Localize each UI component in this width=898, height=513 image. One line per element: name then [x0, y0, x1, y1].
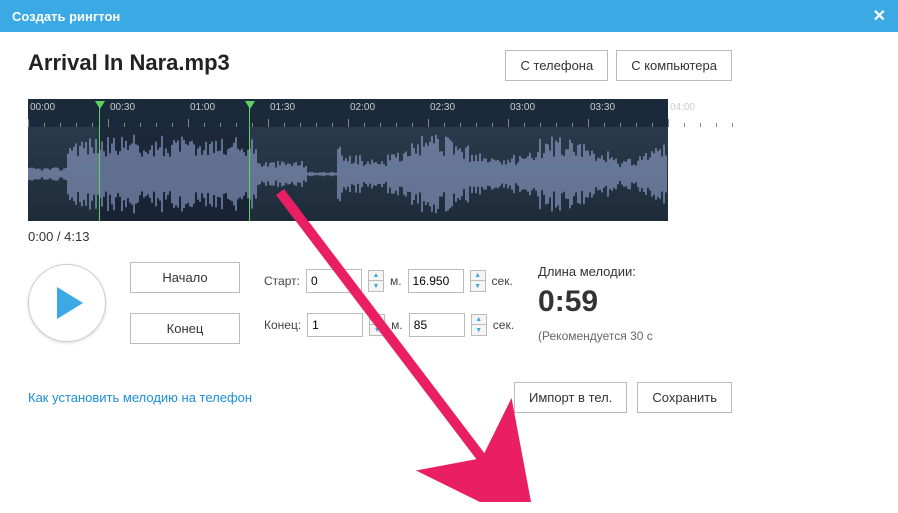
- min-unit: м.: [390, 274, 402, 288]
- from-computer-button[interactable]: С компьютера: [616, 50, 732, 81]
- start-min-spinner[interactable]: ▲▼: [368, 270, 384, 292]
- play-button[interactable]: [28, 264, 106, 342]
- chevron-down-icon[interactable]: ▼: [471, 281, 485, 291]
- save-button[interactable]: Сохранить: [637, 382, 732, 413]
- close-icon[interactable]: ✕: [873, 6, 886, 26]
- ruler-label: 03:30: [590, 102, 615, 113]
- import-button[interactable]: Импорт в тел.: [514, 382, 627, 413]
- min-unit-2: м.: [391, 318, 403, 332]
- source-buttons: С телефона С компьютера: [505, 50, 732, 81]
- start-min-input[interactable]: [306, 269, 362, 293]
- chevron-up-icon[interactable]: ▲: [370, 315, 384, 325]
- time-ruler[interactable]: 00:00 00:30 01:00 01:30 02:00 02:30 03:00 03:30…: [28, 99, 668, 127]
- chevron-down-icon[interactable]: ▼: [370, 325, 384, 335]
- length-column: Длина мелодии: 0:59 (Рекомендуется 30 с: [538, 264, 653, 343]
- ruler-label: 01:30: [270, 102, 295, 113]
- play-icon: [57, 287, 83, 319]
- end-label: Конец:: [264, 318, 301, 332]
- ruler-label: 02:00: [350, 102, 375, 113]
- ruler-label: 02:30: [430, 102, 455, 113]
- ruler-label: 01:00: [190, 102, 215, 113]
- selection-end-marker[interactable]: [245, 99, 255, 127]
- waveform-svg: [28, 127, 668, 221]
- help-link[interactable]: Как установить мелодию на телефон: [28, 390, 252, 405]
- ruler-label: 00:00: [30, 102, 55, 113]
- from-phone-button[interactable]: С телефона: [505, 50, 608, 81]
- sec-unit-2: сек.: [493, 318, 514, 332]
- start-sec-input[interactable]: [408, 269, 464, 293]
- main-content: Arrival In Nara.mp3 С телефона С компьют…: [0, 32, 760, 425]
- waveform-canvas[interactable]: [28, 127, 668, 221]
- controls-row: Начало Конец Старт: ▲▼ м. ▲▼ сек. Конец:…: [28, 262, 732, 344]
- ruler-label: 00:30: [110, 102, 135, 113]
- end-min-input[interactable]: [307, 313, 363, 337]
- playback-time: 0:00 / 4:13: [28, 229, 668, 244]
- chevron-up-icon[interactable]: ▲: [471, 271, 485, 281]
- chevron-down-icon[interactable]: ▼: [369, 281, 383, 291]
- action-buttons: Импорт в тел. Сохранить: [514, 382, 732, 413]
- length-recommendation: (Рекомендуется 30 с: [538, 329, 653, 343]
- file-name: Arrival In Nara.mp3: [28, 50, 230, 76]
- waveform-area: 00:00 00:30 01:00 01:30 02:00 02:30 03:00 03:30…: [28, 99, 668, 244]
- title-bar: Создать рингтон ✕: [0, 0, 898, 32]
- range-buttons-col: Начало Конец: [130, 262, 240, 344]
- start-label: Старт:: [264, 274, 300, 288]
- end-sec-spinner[interactable]: ▲▼: [471, 314, 487, 336]
- header-row: Arrival In Nara.mp3 С телефона С компьют…: [28, 50, 732, 81]
- footer-row: Как установить мелодию на телефон Импорт…: [28, 382, 732, 413]
- set-end-button[interactable]: Конец: [130, 313, 240, 344]
- selection-start-marker[interactable]: [95, 99, 105, 127]
- ruler-label: 04:00: [670, 102, 695, 113]
- length-value: 0:59: [538, 285, 653, 319]
- start-sec-spinner[interactable]: ▲▼: [470, 270, 486, 292]
- chevron-up-icon[interactable]: ▲: [369, 271, 383, 281]
- length-label: Длина мелодии:: [538, 264, 653, 279]
- sec-unit: сек.: [492, 274, 513, 288]
- window-title: Создать рингтон: [12, 9, 120, 24]
- start-time-row: Старт: ▲▼ м. ▲▼ сек.: [264, 269, 514, 293]
- end-min-spinner[interactable]: ▲▼: [369, 314, 385, 336]
- time-inputs: Старт: ▲▼ м. ▲▼ сек. Конец: ▲▼ м. ▲▼ сек…: [264, 269, 514, 337]
- chevron-up-icon[interactable]: ▲: [472, 315, 486, 325]
- chevron-down-icon[interactable]: ▼: [472, 325, 486, 335]
- end-time-row: Конец: ▲▼ м. ▲▼ сек.: [264, 313, 514, 337]
- end-sec-input[interactable]: [409, 313, 465, 337]
- ruler-label: 03:00: [510, 102, 535, 113]
- set-start-button[interactable]: Начало: [130, 262, 240, 293]
